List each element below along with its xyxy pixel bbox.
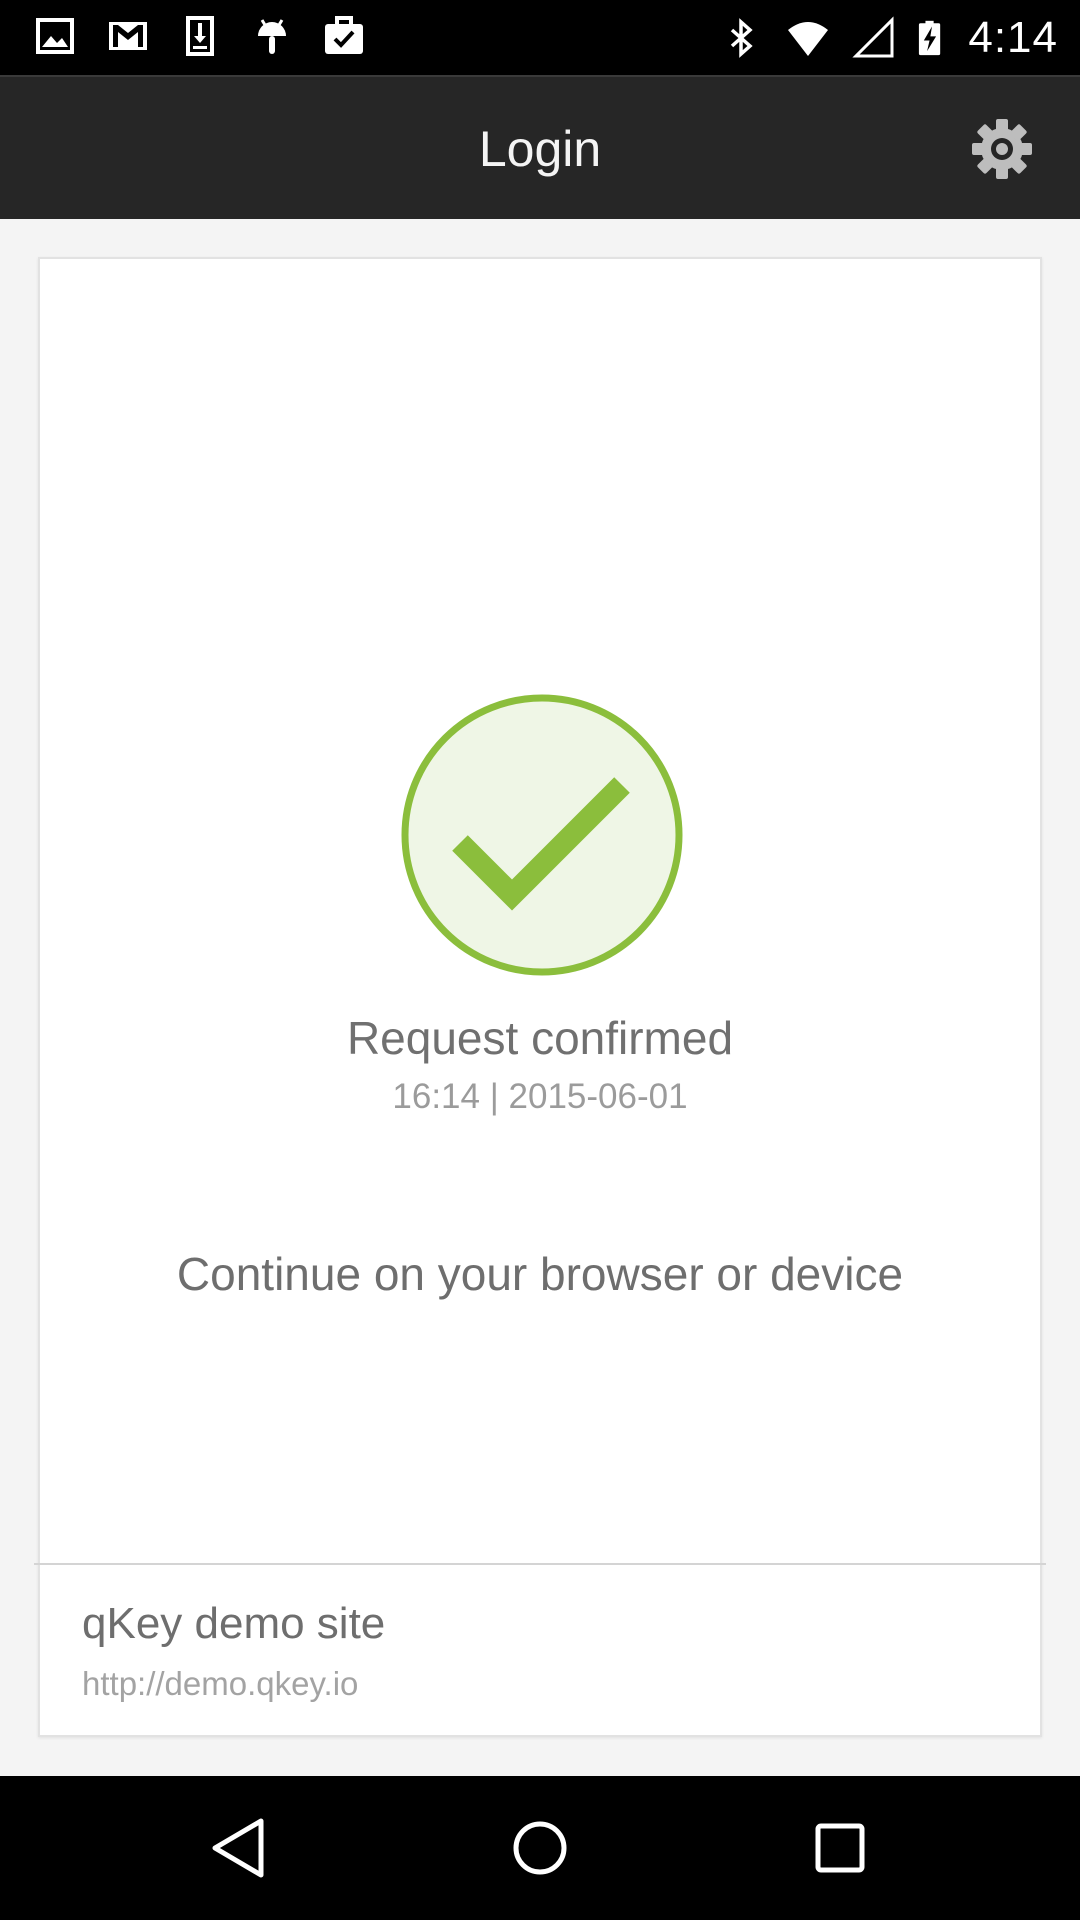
battery-charging-icon (919, 20, 941, 56)
app-bar: Login (0, 75, 1080, 219)
navigation-bar (0, 1776, 1080, 1920)
site-name: qKey demo site (82, 1599, 386, 1648)
status-bar: 4:14 (0, 0, 1080, 75)
notification-icons (34, 14, 366, 58)
back-icon[interactable] (205, 1813, 275, 1883)
system-icons: 4:14 (720, 10, 1058, 66)
confirmation-card: Request confirmed 16:14 | 2015-06-01 Con… (34, 257, 1046, 1737)
recents-icon[interactable] (805, 1813, 875, 1883)
confirmation-timestamp: 16:14 | 2015-06-01 (392, 1077, 688, 1116)
briefcase-check-icon (325, 16, 363, 54)
check-circle-icon (401, 694, 683, 976)
site-url: http://demo.qkey.io (82, 1665, 359, 1702)
continue-message: Continue on your browser or device (176, 1248, 904, 1300)
gallery-icon (36, 18, 74, 54)
bluetooth-icon (731, 18, 753, 58)
divider (34, 1563, 1046, 1565)
download-icon (186, 16, 214, 56)
home-icon[interactable] (505, 1813, 575, 1883)
confirmation-title: Request confirmed (346, 1012, 734, 1064)
page-title: Login (478, 121, 602, 177)
status-time: 4:14 (968, 13, 1058, 62)
gear-icon[interactable] (968, 115, 1036, 183)
gmail-icon (109, 22, 147, 50)
android-icon (258, 19, 286, 54)
cell-signal-icon (852, 16, 894, 58)
wifi-icon (788, 22, 829, 56)
